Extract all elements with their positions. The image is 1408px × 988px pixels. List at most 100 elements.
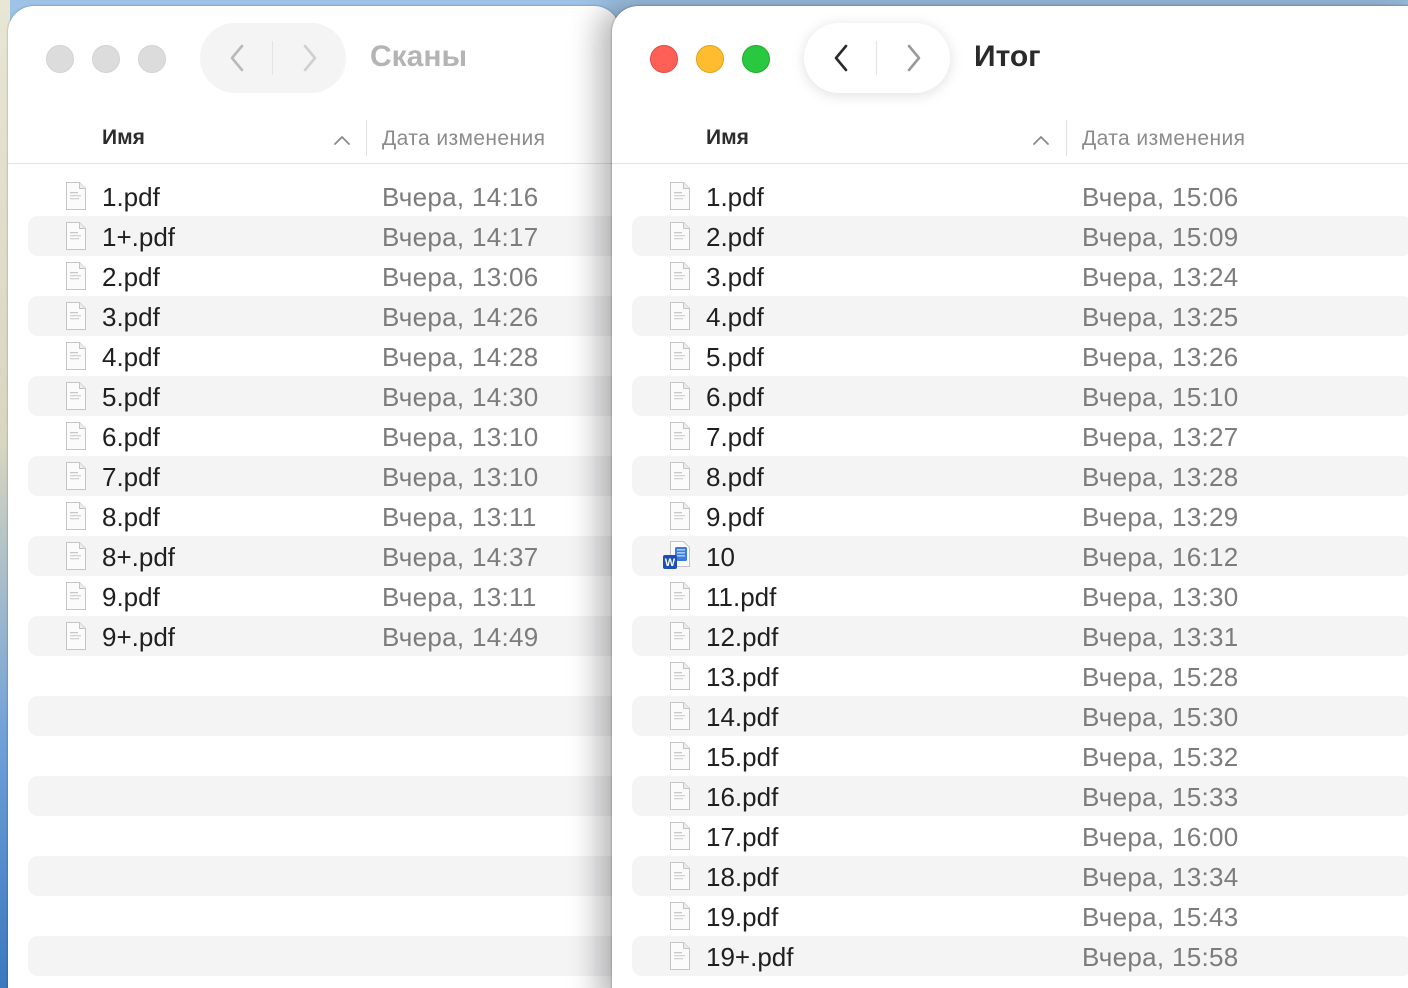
file-row[interactable]: 16.pdf Вчера, 15:33 [632,776,1408,816]
file-row[interactable]: 5.pdf Вчера, 13:26 [632,336,1408,376]
column-divider[interactable] [1066,120,1067,156]
pdf-file-icon [668,261,692,291]
file-row[interactable]: 4.pdf Вчера, 14:28 [28,336,620,376]
file-name: 4.pdf [706,302,764,332]
forward-button[interactable] [877,23,950,93]
back-button[interactable] [200,23,273,93]
file-name: 9+.pdf [102,622,176,652]
pdf-file-icon [668,221,692,251]
file-row[interactable]: 2.pdf Вчера, 15:09 [632,216,1408,256]
pdf-file-icon [668,901,692,931]
file-row[interactable]: 19.pdf Вчера, 15:43 [632,896,1408,936]
pdf-file-icon [668,341,692,371]
file-row[interactable]: 1+.pdf Вчера, 14:17 [28,216,620,256]
chevron-right-icon [907,44,920,72]
back-button[interactable] [804,23,877,93]
zoom-button[interactable] [742,45,770,73]
column-name-header[interactable]: Имя [706,126,749,150]
file-row[interactable]: 4.pdf Вчера, 13:25 [632,296,1408,336]
pdf-file-icon [64,501,88,531]
file-date: Вчера, 15:58 [1082,942,1239,972]
file-row[interactable]: 6.pdf Вчера, 13:10 [28,416,620,456]
file-name: 12.pdf [706,622,779,652]
column-date-header[interactable]: Дата изменения [1082,127,1245,151]
file-date: Вчера, 15:06 [1082,182,1239,212]
file-name: 2.pdf [706,222,764,252]
column-name-header[interactable]: Имя [102,126,145,150]
file-name: 8+.pdf [102,542,176,572]
file-date: Вчера, 13:10 [382,462,539,492]
file-row[interactable]: 18.pdf Вчера, 13:34 [632,856,1408,896]
chevron-left-icon [230,44,243,72]
sort-ascending-icon [334,136,350,145]
file-row[interactable]: 8.pdf Вчера, 13:28 [632,456,1408,496]
file-date: Вчера, 15:28 [1082,662,1239,692]
file-row[interactable]: W 10 Вчера, 16:12 [632,536,1408,576]
file-row[interactable]: 11.pdf Вчера, 13:30 [632,576,1408,616]
file-date: Вчера, 15:43 [1082,902,1239,932]
file-row[interactable]: 8+.pdf Вчера, 14:37 [28,536,620,576]
file-row[interactable]: 8.pdf Вчера, 13:11 [28,496,620,536]
pdf-file-icon [64,621,88,651]
file-row[interactable]: 5.pdf Вчера, 14:30 [28,376,620,416]
empty-row [28,896,620,936]
file-name: 6.pdf [102,422,160,452]
file-row[interactable]: 9.pdf Вчера, 13:29 [632,496,1408,536]
file-row[interactable]: 1.pdf Вчера, 15:06 [632,176,1408,216]
pdf-file-icon [64,421,88,451]
forward-button[interactable] [273,23,346,93]
chevron-right-icon [303,44,316,72]
file-name: 17.pdf [706,822,779,852]
file-date: Вчера, 15:30 [1082,702,1239,732]
file-row[interactable]: 3.pdf Вчера, 14:26 [28,296,620,336]
file-date: Вчера, 16:00 [1082,822,1239,852]
file-date: Вчера, 13:27 [1082,422,1239,452]
file-row[interactable]: 9.pdf Вчера, 13:11 [28,576,620,616]
file-row[interactable]: 19+.pdf Вчера, 15:58 [632,936,1408,976]
file-name: 8.pdf [102,502,160,532]
zoom-button[interactable] [138,45,166,73]
empty-row [28,936,620,976]
minimize-button[interactable] [92,45,120,73]
file-row[interactable]: 12.pdf Вчера, 13:31 [632,616,1408,656]
window-toolbar: Сканы [8,6,620,116]
file-row[interactable]: 3.pdf Вчера, 13:24 [632,256,1408,296]
file-date: Вчера, 13:10 [382,422,539,452]
file-date: Вчера, 15:33 [1082,782,1239,812]
file-row[interactable]: 1.pdf Вчера, 14:16 [28,176,620,216]
file-row[interactable]: 7.pdf Вчера, 13:10 [28,456,620,496]
empty-row [28,976,620,988]
pdf-file-icon [668,741,692,771]
minimize-button[interactable] [696,45,724,73]
empty-row [632,976,1408,988]
file-list: 1.pdf Вчера, 14:16 1+.pdf Вчера, 14:17 2.pdf… [8,176,620,988]
file-row[interactable]: 9+.pdf Вчера, 14:49 [28,616,620,656]
column-divider[interactable] [366,120,367,156]
file-name: 16.pdf [706,782,779,812]
file-row[interactable]: 2.pdf Вчера, 13:06 [28,256,620,296]
file-row[interactable]: 13.pdf Вчера, 15:28 [632,656,1408,696]
window-title: Сканы [370,40,468,73]
file-name: 1.pdf [706,182,764,212]
pdf-file-icon [668,701,692,731]
file-name: 15.pdf [706,742,779,772]
file-row[interactable]: 14.pdf Вчера, 15:30 [632,696,1408,736]
empty-row [28,816,620,856]
close-button[interactable] [650,45,678,73]
finder-window-result[interactable]: Итог Имя Дата изменения 1.pdf Вчера, 15:0… [612,6,1408,988]
pdf-file-icon [668,501,692,531]
file-row[interactable]: 6.pdf Вчера, 15:10 [632,376,1408,416]
file-name: 2.pdf [102,262,160,292]
file-date: Вчера, 13:11 [382,582,537,612]
file-row[interactable]: 17.pdf Вчера, 16:00 [632,816,1408,856]
file-date: Вчера, 14:17 [382,222,539,252]
file-row[interactable]: 7.pdf Вчера, 13:27 [632,416,1408,456]
pdf-file-icon [668,821,692,851]
empty-row [28,656,620,696]
file-date: Вчера, 13:26 [1082,342,1239,372]
close-button[interactable] [46,45,74,73]
pdf-file-icon [668,581,692,611]
finder-window-scans[interactable]: Сканы Имя Дата изменения 1.pdf Вчера, 14:… [8,6,620,988]
column-date-header[interactable]: Дата изменения [382,127,545,151]
file-row[interactable]: 15.pdf Вчера, 15:32 [632,736,1408,776]
